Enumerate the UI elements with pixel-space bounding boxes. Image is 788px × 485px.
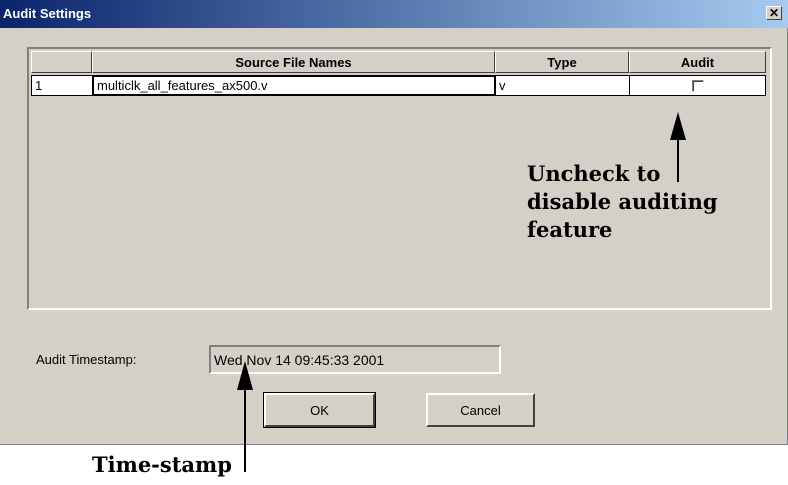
timestamp-arrow-icon [237, 361, 253, 472]
audit-arrow-icon [670, 112, 686, 182]
annotation-arrows [237, 112, 686, 472]
